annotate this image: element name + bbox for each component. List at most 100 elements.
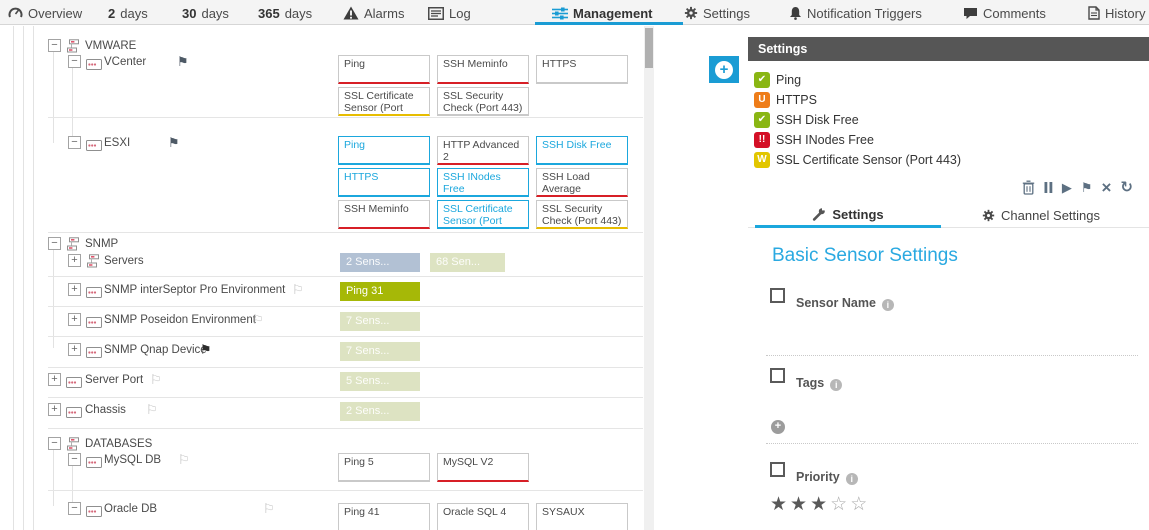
play-icon[interactable]: ▶ bbox=[1062, 181, 1072, 195]
sensor-chip-ssl-certificate-sensor-port-443[interactable]: SSL Certificate Sensor (Port 443) bbox=[437, 200, 529, 229]
device-label-snmp-qnap-device[interactable]: SNMP Qnap Device bbox=[104, 344, 207, 356]
sensor-chip-sysaux[interactable]: SYSAUX bbox=[536, 503, 628, 530]
device-label-chassis[interactable]: Chassis bbox=[85, 404, 126, 416]
sensor-chip-ssh-meminfo[interactable]: SSH Meminfo bbox=[437, 55, 529, 84]
delete-icon[interactable] bbox=[1022, 180, 1035, 195]
sensor-chip-http-advanced-2[interactable]: HTTP Advanced 2 bbox=[437, 136, 529, 165]
selected-sensor-ssh-disk-free[interactable]: ✔SSH Disk Free bbox=[754, 111, 859, 128]
sensor-chip-ssh-disk-free[interactable]: SSH Disk Free bbox=[536, 136, 628, 165]
info-icon[interactable]: i bbox=[882, 299, 894, 311]
info-icon[interactable]: i bbox=[830, 379, 842, 391]
flag-icon[interactable]: ⚐ bbox=[252, 313, 264, 326]
sensor-chip-ssh-load-average[interactable]: SSH Load Average bbox=[536, 168, 628, 197]
selected-sensor-ping[interactable]: ✔Ping bbox=[754, 71, 801, 88]
priority-stars[interactable]: ★★★☆☆ bbox=[770, 493, 870, 516]
nav-item-management[interactable]: Management bbox=[552, 3, 652, 23]
star-4-empty[interactable]: ☆ bbox=[830, 494, 850, 515]
nav-item-365-days[interactable]: 365days bbox=[258, 3, 312, 23]
flag-icon[interactable]: ⚑ bbox=[1081, 181, 1093, 195]
collapse-toggle-vcenter[interactable]: − bbox=[68, 55, 81, 68]
collapse-toggle-oracle-db[interactable]: − bbox=[68, 502, 81, 515]
sensor-chip-https[interactable]: HTTPS bbox=[536, 55, 628, 84]
expand-toggle-server-port[interactable]: + bbox=[48, 373, 61, 386]
sensor-chip-ping[interactable]: Ping bbox=[338, 136, 430, 165]
collapse-toggle-esxi[interactable]: − bbox=[68, 136, 81, 149]
flag-icon[interactable]: ⚐ bbox=[263, 502, 275, 515]
nav-item-comments[interactable]: Comments bbox=[963, 3, 1046, 23]
star-2-filled[interactable]: ★ bbox=[790, 494, 810, 515]
sensor-chip-https[interactable]: HTTPS bbox=[338, 168, 430, 197]
sensor-chip-ssl-certificate-sensor-port-443[interactable]: SSL Certificate Sensor (Port 443) bbox=[338, 87, 430, 116]
nav-item-alarms[interactable]: Alarms bbox=[343, 3, 404, 23]
sensor-count-badge[interactable]: 7 Sens... bbox=[340, 342, 420, 361]
group-label-snmp[interactable]: SNMP bbox=[85, 238, 118, 250]
add-tag-button[interactable]: + bbox=[771, 420, 785, 434]
sensor-count-badge[interactable]: 2 Sens... bbox=[340, 253, 420, 272]
expand-toggle-servers[interactable]: + bbox=[68, 254, 81, 267]
tree-scrollbar-thumb[interactable] bbox=[645, 28, 653, 68]
info-icon[interactable]: i bbox=[846, 473, 858, 485]
nav-item-overview[interactable]: Overview bbox=[8, 3, 82, 23]
sensor-chip-oracle-sql-4[interactable]: Oracle SQL 4 bbox=[437, 503, 529, 530]
pause-icon[interactable] bbox=[1044, 181, 1053, 194]
refresh-icon[interactable]: ↻ bbox=[1120, 181, 1133, 195]
flag-icon[interactable]: ⚐ bbox=[150, 373, 162, 386]
star-3-filled[interactable]: ★ bbox=[810, 494, 830, 515]
sensor-count-badge[interactable]: 2 Sens... bbox=[340, 402, 420, 421]
add-object-button[interactable]: + bbox=[709, 56, 739, 83]
flag-icon[interactable]: ⚑ bbox=[177, 55, 189, 68]
sensor-chip-ssl-security-check-port-443[interactable]: SSL Security Check (Port 443) bbox=[536, 200, 628, 229]
flag-icon[interactable]: ⚐ bbox=[146, 403, 158, 416]
nav-item-2-days[interactable]: 2days bbox=[108, 3, 148, 23]
tree-scrollbar[interactable] bbox=[644, 26, 654, 530]
flag-icon[interactable]: ⚑ bbox=[200, 343, 212, 356]
device-label-mysql-db[interactable]: MySQL DB bbox=[104, 454, 161, 466]
sensor-chip-ping[interactable]: Ping bbox=[338, 55, 430, 84]
expand-toggle-snmp-interseptor-pro-environment[interactable]: + bbox=[68, 283, 81, 296]
close-icon[interactable]: × bbox=[1101, 181, 1111, 195]
group-label-vmware[interactable]: VMWARE bbox=[85, 40, 136, 52]
device-label-snmp-interseptor-pro-environment[interactable]: SNMP interSeptor Pro Environment bbox=[104, 284, 285, 296]
sensor-count-badge[interactable]: 7 Sens... bbox=[340, 312, 420, 331]
sensor-name-checkbox[interactable] bbox=[770, 288, 785, 303]
nav-item-history[interactable]: History bbox=[1088, 3, 1145, 23]
selected-sensor-ssh-inodes-free[interactable]: !!SSH INodes Free bbox=[754, 131, 874, 148]
sensor-count-badge[interactable]: 5 Sens... bbox=[340, 372, 420, 391]
flag-icon[interactable]: ⚐ bbox=[292, 283, 304, 296]
device-label-esxi[interactable]: ESXI bbox=[104, 137, 130, 149]
collapse-toggle-vmware[interactable]: − bbox=[48, 39, 61, 52]
flag-icon[interactable]: ⚐ bbox=[178, 453, 190, 466]
expand-toggle-snmp-qnap-device[interactable]: + bbox=[68, 343, 81, 356]
sensor-chip-ping-5[interactable]: Ping 5 bbox=[338, 453, 430, 482]
expand-toggle-snmp-poseidon-environment[interactable]: + bbox=[68, 313, 81, 326]
sensor-chip-ssh-inodes-free[interactable]: SSH INodes Free bbox=[437, 168, 529, 197]
sensor-chip-ssl-security-check-port-443[interactable]: SSL Security Check (Port 443) bbox=[437, 87, 529, 116]
nav-item-settings[interactable]: Settings bbox=[684, 3, 750, 23]
group-label-databases[interactable]: DATABASES bbox=[85, 438, 152, 450]
group-label-servers[interactable]: Servers bbox=[104, 255, 144, 267]
device-label-vcenter[interactable]: VCenter bbox=[104, 56, 146, 68]
device-label-oracle-db[interactable]: Oracle DB bbox=[104, 503, 157, 515]
tags-checkbox[interactable] bbox=[770, 368, 785, 383]
nav-item-notification-triggers[interactable]: Notification Triggers bbox=[789, 3, 922, 23]
collapse-toggle-snmp[interactable]: − bbox=[48, 237, 61, 250]
device-label-server-port[interactable]: Server Port bbox=[85, 374, 143, 386]
star-5-empty[interactable]: ☆ bbox=[850, 494, 870, 515]
selected-sensor-ssl-certificate-sensor-port-443[interactable]: WSSL Certificate Sensor (Port 443) bbox=[754, 151, 961, 168]
star-1-filled[interactable]: ★ bbox=[770, 494, 790, 515]
priority-checkbox[interactable] bbox=[770, 462, 785, 477]
tab-channel-settings[interactable]: Channel Settings bbox=[948, 203, 1134, 228]
collapse-toggle-mysql-db[interactable]: − bbox=[68, 453, 81, 466]
tab-settings[interactable]: Settings bbox=[755, 203, 941, 228]
sensor-chip-mysql-v2[interactable]: MySQL V2 bbox=[437, 453, 529, 482]
sensor-chip-ssh-meminfo[interactable]: SSH Meminfo bbox=[338, 200, 430, 229]
sensor-chip-ping-41[interactable]: Ping 41 bbox=[338, 503, 430, 530]
flag-icon[interactable]: ⚑ bbox=[168, 136, 180, 149]
sensor-count-badge[interactable]: Ping 31 bbox=[340, 282, 420, 301]
sensor-count-badge[interactable]: 68 Sen... bbox=[430, 253, 505, 272]
nav-item-30-days[interactable]: 30days bbox=[182, 3, 229, 23]
collapse-toggle-databases[interactable]: − bbox=[48, 437, 61, 450]
selected-sensor-https[interactable]: UHTTPS bbox=[754, 91, 817, 108]
expand-toggle-chassis[interactable]: + bbox=[48, 403, 61, 416]
device-label-snmp-poseidon-environment[interactable]: SNMP Poseidon Environment bbox=[104, 314, 256, 326]
